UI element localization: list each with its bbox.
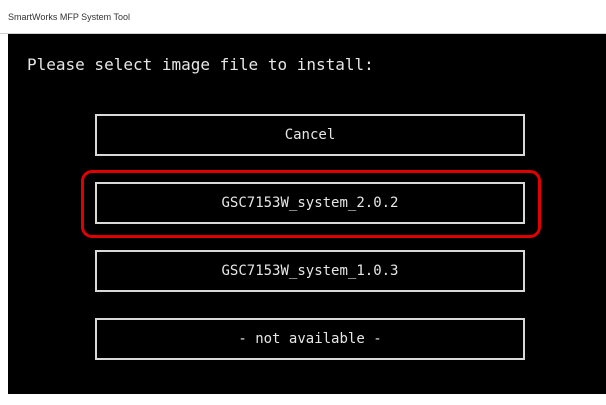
image-option-not-available[interactable]: - not available -	[95, 318, 525, 360]
cancel-button[interactable]: Cancel	[95, 114, 525, 156]
title-bar: SmartWorks MFP System Tool	[0, 0, 606, 34]
console-area: Please select image file to install: Can…	[8, 34, 606, 394]
window-bottom-edge	[0, 394, 606, 405]
install-prompt: Please select image file to install:	[27, 55, 374, 74]
image-option-system-1-0-3[interactable]: GSC7153W_system_1.0.3	[95, 250, 525, 292]
window-title: SmartWorks MFP System Tool	[8, 12, 131, 22]
image-option-system-2-0-2[interactable]: GSC7153W_system_2.0.2	[95, 182, 525, 224]
app-window: SmartWorks MFP System Tool Please select…	[0, 0, 606, 405]
